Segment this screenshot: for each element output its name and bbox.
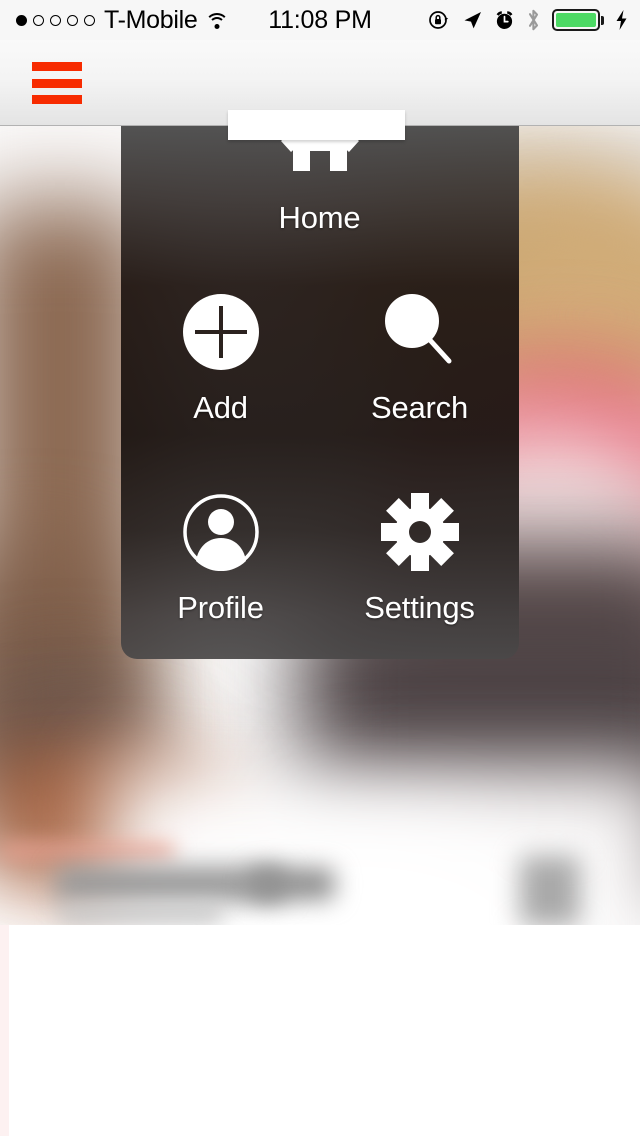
hamburger-bar-1	[32, 62, 82, 71]
hamburger-bar-2	[32, 78, 82, 88]
menu-item-search[interactable]: Search	[320, 284, 519, 423]
hamburger-bar-3	[32, 95, 82, 104]
menu-item-home[interactable]: Home	[220, 126, 419, 233]
battery-icon	[552, 9, 604, 31]
magnifier-icon-wrap	[379, 284, 461, 380]
bluetooth-icon	[528, 9, 539, 31]
menu-item-add[interactable]: Add	[121, 284, 320, 423]
gear-icon-wrap	[378, 484, 461, 580]
bottom-left-accent-strip	[0, 925, 9, 1136]
gear-icon	[378, 491, 461, 573]
alarm-clock-icon	[496, 11, 513, 29]
plus-circle-icon-wrap	[181, 284, 260, 380]
rotation-lock-icon	[429, 11, 449, 29]
menu-item-label: Profile	[177, 590, 264, 625]
location-arrow-icon	[464, 12, 481, 29]
person-circle-icon-wrap	[182, 484, 260, 580]
menu-item-settings[interactable]: Settings	[320, 484, 519, 623]
charging-bolt-icon	[616, 10, 627, 30]
menu-item-label: Search	[370, 390, 469, 425]
status-bar-right	[428, 0, 628, 40]
status-bar: T-Mobile 11:08 PM	[0, 0, 640, 40]
menu-item-label: Home	[278, 200, 361, 235]
navigation-bar	[0, 40, 640, 140]
logo-placeholder	[228, 110, 405, 140]
person-circle-icon	[182, 494, 259, 571]
menu-item-label: Add	[193, 390, 248, 425]
hamburger-menu-icon[interactable]	[32, 62, 82, 104]
menu-item-label: Settings	[364, 590, 475, 625]
clock-label: 11:08 PM	[268, 5, 372, 34]
plus-circle-icon	[181, 293, 260, 371]
menu-item-profile[interactable]: Profile	[121, 484, 320, 623]
bottom-white-panel	[0, 925, 640, 1136]
slide-down-menu-overlay: Home Add Search Profile Settings	[121, 126, 519, 659]
menu-grid: Home Add Search Profile Settings	[121, 126, 519, 659]
magnifier-icon	[384, 294, 451, 364]
